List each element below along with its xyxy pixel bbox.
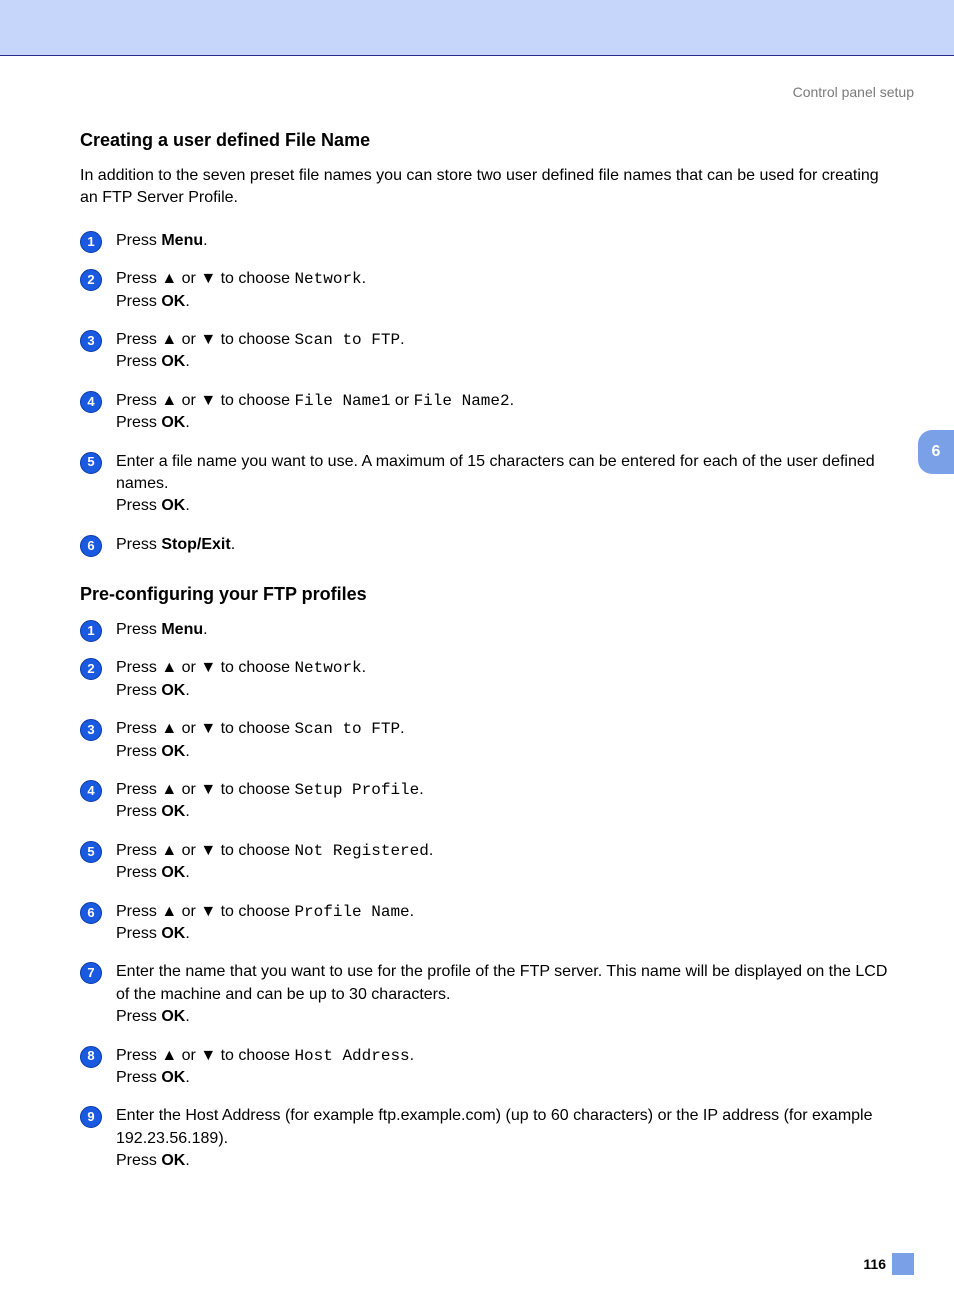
press-ok: Press OK. [116, 293, 190, 310]
step-bullet: 4 [80, 780, 102, 802]
step-text: Press Menu. [116, 232, 208, 249]
page-number: 116 [863, 1256, 886, 1272]
step-text: Press ▲ or ▼ to choose File Name1 or Fil… [116, 392, 514, 409]
step-text: Press ▲ or ▼ to choose Scan to FTP. [116, 331, 405, 348]
heading-ftp-profiles: Pre-configuring your FTP profiles [80, 584, 900, 605]
step-text: Press ▲ or ▼ to choose Not Registered. [116, 842, 433, 859]
press-ok: Press OK. [116, 497, 190, 514]
steps-file-name: 1 Press Menu. 2 Press ▲ or ▼ to choose N… [80, 230, 900, 556]
step-7: 7 Enter the name that you want to use fo… [80, 961, 900, 1028]
press-ok: Press OK. [116, 1152, 190, 1169]
breadcrumb: Control panel setup [0, 84, 914, 100]
press-ok: Press OK. [116, 1008, 190, 1025]
step-bullet: 6 [80, 535, 102, 557]
press-ok: Press OK. [116, 1069, 190, 1086]
press-ok: Press OK. [116, 925, 190, 942]
step-6: 6 Press Stop/Exit. [80, 534, 900, 556]
step-bullet: 9 [80, 1106, 102, 1128]
footer: 116 [0, 1253, 954, 1305]
step-8: 8 Press ▲ or ▼ to choose Host Address. P… [80, 1045, 900, 1090]
step-6: 6 Press ▲ or ▼ to choose Profile Name. P… [80, 901, 900, 946]
step-text: Press Menu. [116, 621, 208, 638]
step-1: 1 Press Menu. [80, 619, 900, 641]
header-band [0, 0, 954, 56]
step-text: Press ▲ or ▼ to choose Scan to FTP. [116, 720, 405, 737]
step-bullet: 1 [80, 231, 102, 253]
step-2: 2 Press ▲ or ▼ to choose Network. Press … [80, 268, 900, 313]
step-text: Press ▲ or ▼ to choose Host Address. [116, 1047, 414, 1064]
page-number-block [892, 1253, 914, 1275]
step-bullet: 8 [80, 1046, 102, 1068]
step-text: Enter the Host Address (for example ftp.… [116, 1107, 873, 1146]
step-bullet: 4 [80, 391, 102, 413]
press-ok: Press OK. [116, 743, 190, 760]
heading-file-name: Creating a user defined File Name [80, 130, 900, 151]
step-bullet: 5 [80, 841, 102, 863]
step-3: 3 Press ▲ or ▼ to choose Scan to FTP. Pr… [80, 718, 900, 763]
step-bullet: 6 [80, 902, 102, 924]
press-ok: Press OK. [116, 353, 190, 370]
step-bullet: 3 [80, 330, 102, 352]
step-2: 2 Press ▲ or ▼ to choose Network. Press … [80, 657, 900, 702]
steps-ftp-profiles: 1 Press Menu. 2 Press ▲ or ▼ to choose N… [80, 619, 900, 1172]
step-bullet: 1 [80, 620, 102, 642]
intro-file-name: In addition to the seven preset file nam… [80, 165, 900, 210]
press-ok: Press OK. [116, 682, 190, 699]
step-text: Press ▲ or ▼ to choose Setup Profile. [116, 781, 424, 798]
step-bullet: 3 [80, 719, 102, 741]
press-ok: Press OK. [116, 803, 190, 820]
step-text: Press Stop/Exit. [116, 536, 235, 553]
step-bullet: 2 [80, 658, 102, 680]
step-5: 5 Enter a file name you want to use. A m… [80, 451, 900, 518]
step-5: 5 Press ▲ or ▼ to choose Not Registered.… [80, 840, 900, 885]
step-text: Enter a file name you want to use. A max… [116, 453, 875, 492]
step-bullet: 5 [80, 452, 102, 474]
step-4: 4 Press ▲ or ▼ to choose Setup Profile. … [80, 779, 900, 824]
press-ok: Press OK. [116, 864, 190, 881]
step-1: 1 Press Menu. [80, 230, 900, 252]
step-3: 3 Press ▲ or ▼ to choose Scan to FTP. Pr… [80, 329, 900, 374]
step-text: Press ▲ or ▼ to choose Network. [116, 270, 366, 287]
step-text: Press ▲ or ▼ to choose Profile Name. [116, 903, 414, 920]
step-text: Press ▲ or ▼ to choose Network. [116, 659, 366, 676]
press-ok: Press OK. [116, 414, 190, 431]
step-bullet: 7 [80, 962, 102, 984]
step-4: 4 Press ▲ or ▼ to choose File Name1 or F… [80, 390, 900, 435]
step-9: 9 Enter the Host Address (for example ft… [80, 1105, 900, 1172]
step-text: Enter the name that you want to use for … [116, 963, 887, 1002]
step-bullet: 2 [80, 269, 102, 291]
